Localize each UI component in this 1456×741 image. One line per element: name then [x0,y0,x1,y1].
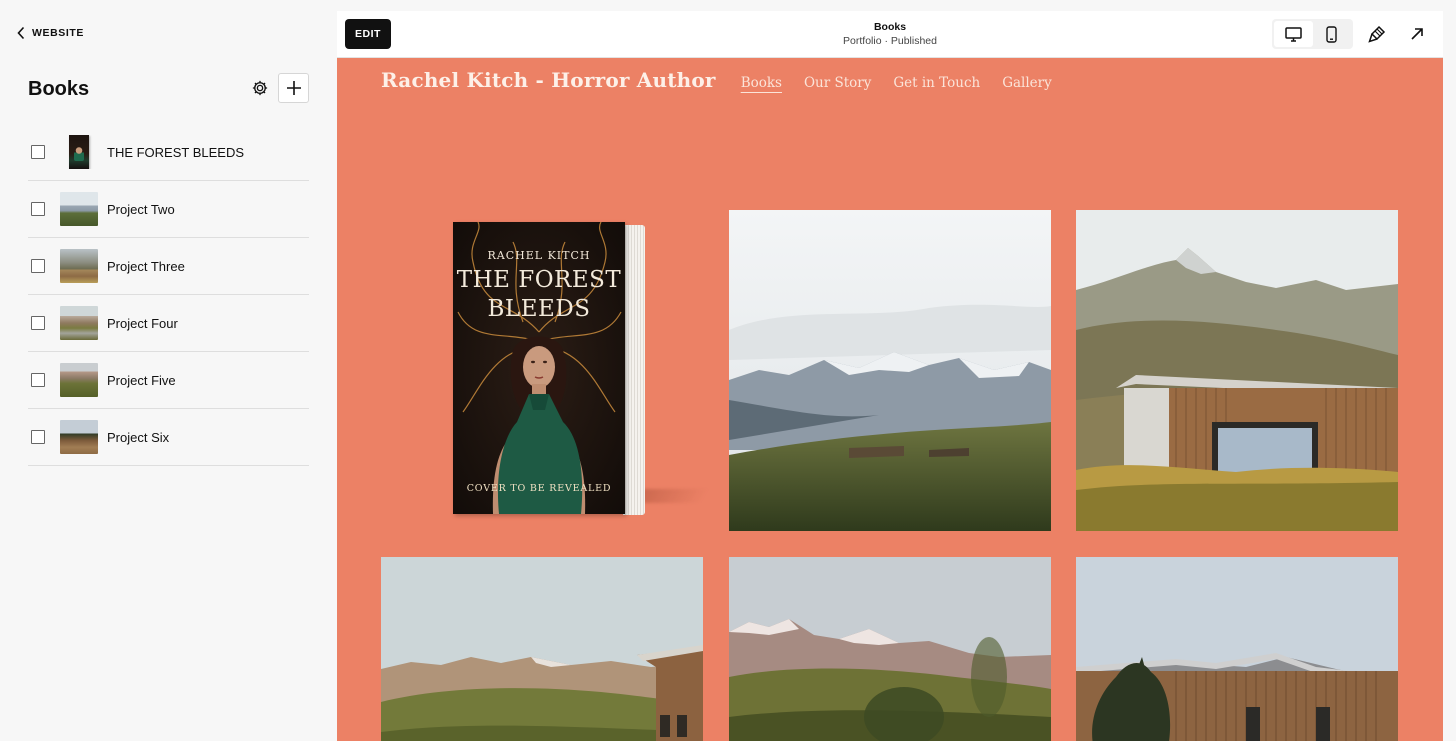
desktop-icon [1285,26,1302,42]
landscape-thumbnail [60,306,98,340]
collection-item-project-six[interactable]: Project Six [28,409,309,466]
panel-title: Books [28,78,90,100]
portfolio-item-project-six[interactable] [1076,557,1398,741]
collection-item-project-four[interactable]: Project Four [28,295,309,352]
item-checkbox[interactable] [31,373,45,387]
book-title-line-1: THE FOREST [456,267,622,293]
book-pages [623,225,645,515]
item-label: Project Four [107,315,178,331]
book-author: RACHEL KITCH [487,249,591,262]
item-checkbox[interactable] [31,259,45,273]
mobile-view-button[interactable] [1313,21,1352,47]
cabin-thumbnail [60,249,98,283]
book-title: THE FOREST BLEEDS [453,266,625,324]
collection-item-list: THE FOREST BLEEDS Project Two Project Th… [28,124,309,466]
cabin-trees-thumbnail [60,420,98,454]
add-item-button[interactable] [278,73,309,103]
nav-link-books[interactable]: Books [741,75,782,91]
back-link-label: WEBSITE [32,27,85,39]
portfolio-item-book[interactable]: RACHEL KITCH THE FOREST BLEEDS COVER TO … [427,183,710,523]
hills-thumbnail [60,363,98,397]
nav-link-gallery[interactable]: Gallery [1002,75,1052,91]
hills-cabin-image [381,557,703,741]
plus-icon [286,81,301,95]
collection-item-project-five[interactable]: Project Five [28,352,309,409]
item-label: Project Five [107,372,176,388]
external-arrow-icon [1411,28,1423,40]
book-cover: RACHEL KITCH THE FOREST BLEEDS COVER TO … [453,222,625,514]
item-checkbox[interactable] [31,202,45,216]
book-tagline: COVER TO BE REVEALED [466,483,612,494]
item-checkbox[interactable] [31,145,45,159]
gear-icon [252,80,268,96]
paintbrush-icon [1368,25,1386,43]
mountain-landscape-thumbnail [60,192,98,226]
item-label: THE FOREST BLEEDS [107,144,245,160]
nav-link-our-story[interactable]: Our Story [804,75,871,91]
book-cover-thumbnail [60,135,98,169]
back-to-website-link[interactable]: WEBSITE [16,26,84,40]
item-label: Project Six [107,429,170,445]
item-checkbox[interactable] [31,430,45,444]
mountain-landscape-image [729,210,1051,531]
book-cover-thumbnail-image [69,135,89,169]
chevron-left-icon [17,26,25,40]
portfolio-item-project-four[interactable] [381,557,703,741]
portfolio-item-project-two[interactable] [729,210,1051,531]
open-site-button[interactable] [1402,19,1432,49]
collection-item-project-three[interactable]: Project Three [28,238,309,295]
preview-toolbar: EDIT Books Portfolio · Published [337,11,1443,58]
mobile-icon [1326,25,1337,43]
desktop-view-button[interactable] [1274,21,1313,47]
site-navigation: Books Our Story Get in Touch Gallery [741,75,1052,91]
item-label: Project Two [107,201,175,217]
nav-link-get-in-touch[interactable]: Get in Touch [893,75,980,91]
site-header: Rachel Kitch - Horror Author Books Our S… [381,68,1052,92]
device-view-toggle [1272,19,1353,49]
collection-item-the-forest-bleeds[interactable]: THE FOREST BLEEDS [28,124,309,181]
item-label: Project Three [107,258,185,274]
settings-button[interactable] [247,75,273,101]
cabin-mountain-image [1076,210,1398,531]
site-styles-button[interactable] [1362,19,1392,49]
site-title[interactable]: Rachel Kitch - Horror Author [381,68,716,92]
collection-item-project-two[interactable]: Project Two [28,181,309,238]
item-checkbox[interactable] [31,316,45,330]
collection-panel: WEBSITE Books THE FOREST BLEEDS Project … [0,0,337,741]
mountain-hills-image [729,557,1051,741]
portfolio-item-project-three[interactable] [1076,210,1398,531]
book-title-line-2: BLEEDS [487,296,591,322]
cabin-trees-image [1076,557,1398,741]
site-preview: EDIT Books Portfolio · Published Rachel … [337,11,1443,741]
portfolio-item-project-five[interactable] [729,557,1051,741]
